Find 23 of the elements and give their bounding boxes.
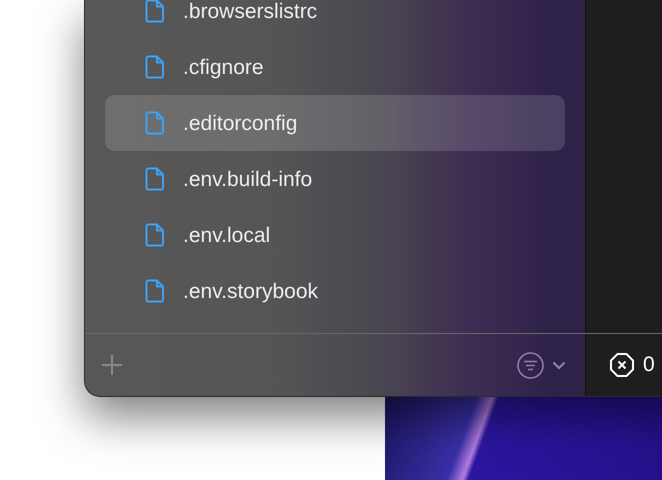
file-row[interactable]: .cfignore [105, 39, 565, 95]
filter-icon[interactable] [517, 352, 544, 378]
file-name: .cfignore [183, 56, 264, 78]
file-name: .env.build-info [183, 168, 312, 190]
error-count: 0 [643, 353, 655, 377]
file-name: .editorconfig [183, 112, 298, 134]
file-name: .browserslistrc [183, 0, 318, 22]
error-icon[interactable] [609, 352, 635, 378]
file-row[interactable]: .env.build-info [105, 151, 565, 207]
file-icon [145, 167, 165, 191]
file-icon [145, 111, 165, 135]
file-icon [145, 223, 165, 247]
add-icon[interactable] [101, 354, 123, 376]
file-name: .env.storybook [183, 280, 318, 302]
file-row[interactable]: .editorconfig [105, 95, 565, 151]
file-row[interactable]: .browserslistrc [105, 0, 565, 39]
file-name: .env.local [183, 224, 270, 246]
file-icon [145, 0, 165, 23]
file-row[interactable]: .env.storybook [105, 263, 565, 319]
file-row[interactable]: .env.local [105, 207, 565, 263]
file-icon [145, 279, 165, 303]
chevron-down-icon[interactable] [552, 360, 566, 370]
file-icon [145, 55, 165, 79]
